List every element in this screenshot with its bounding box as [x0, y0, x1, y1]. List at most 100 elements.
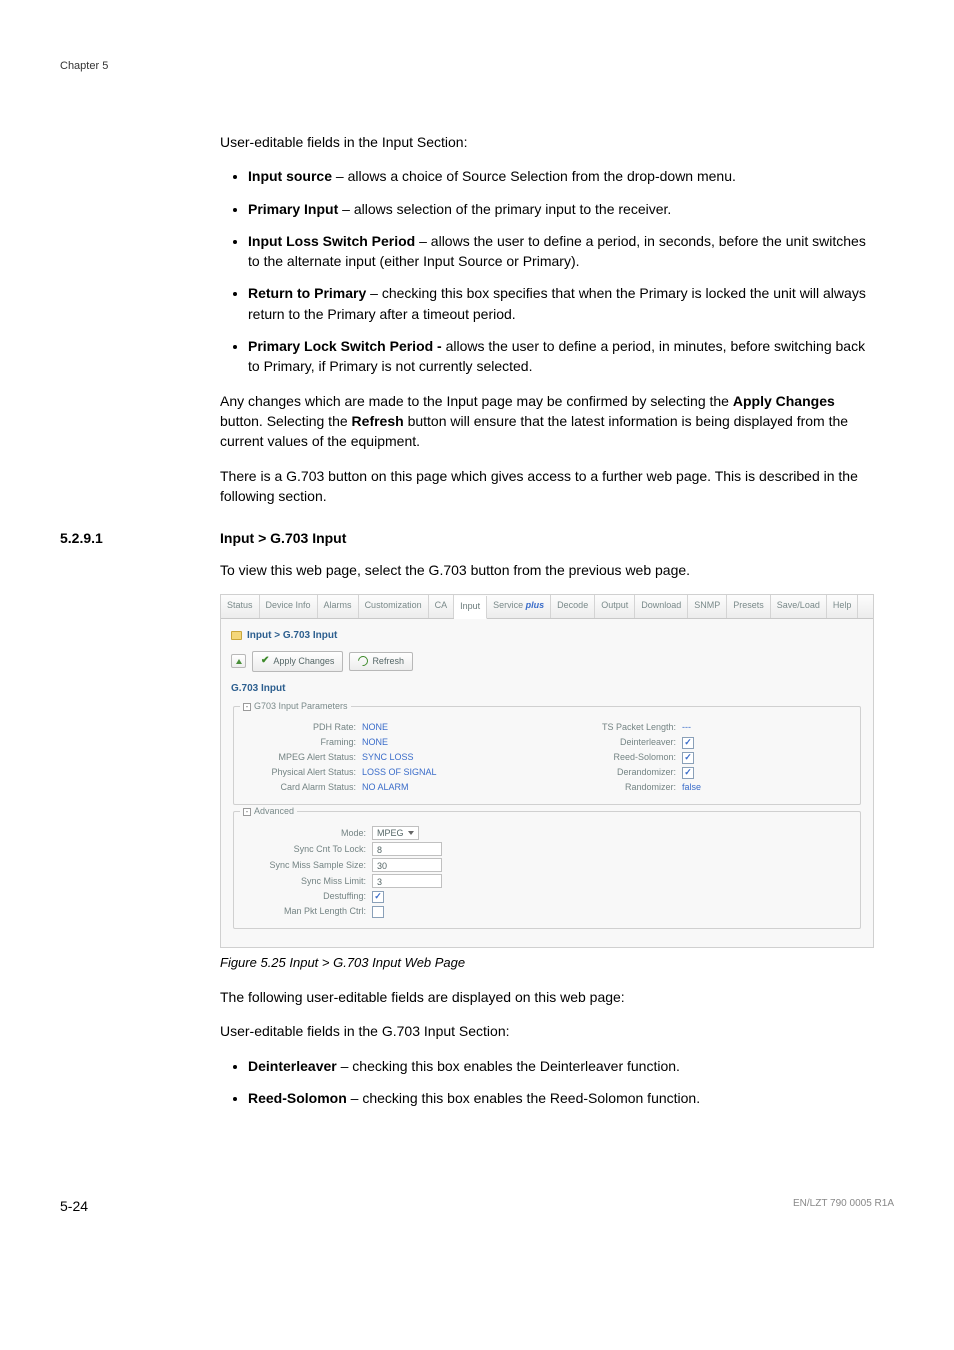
v: false: [682, 781, 701, 794]
b: Apply Changes: [733, 393, 835, 409]
section-intro: To view this web page, select the G.703 …: [220, 560, 874, 580]
tab-input[interactable]: Input: [454, 596, 487, 618]
chevron-down-icon: [408, 831, 414, 835]
doc-id: EN/LZT 790 0005 R1A: [793, 1198, 894, 1214]
tab-download[interactable]: Download: [635, 595, 688, 617]
k: Sync Miss Limit:: [242, 875, 372, 888]
k: Man Pkt Length Ctrl:: [242, 905, 372, 918]
v: NONE: [362, 736, 388, 749]
content-block: User-editable fields in the Input Sectio…: [220, 132, 874, 506]
sync-miss-limit-input[interactable]: 3: [372, 874, 442, 888]
t: – checking this box enables the Reed-Sol…: [347, 1090, 700, 1106]
section-number: 5.2.9.1: [60, 530, 220, 546]
derandomizer-checkbox[interactable]: ✓: [682, 767, 694, 779]
web-page-screenshot: Status Device Info Alarms Customization …: [220, 594, 874, 948]
page-footer: 5-24 EN/LZT 790 0005 R1A: [60, 1198, 894, 1214]
t: button. Selecting the: [220, 413, 352, 429]
label: Refresh: [372, 655, 404, 668]
tab-customization[interactable]: Customization: [359, 595, 429, 617]
v: MPEG: [377, 827, 404, 840]
g703-params-fieldset: -G703 Input Parameters PDH Rate:NONE Fra…: [233, 706, 861, 805]
v: LOSS OF SIGNAL: [362, 766, 437, 779]
k: TS Packet Length:: [562, 721, 682, 734]
k: Destuffing:: [242, 890, 372, 903]
b: Deinterleaver: [248, 1058, 337, 1074]
breadcrumb: Input > G.703 Input: [247, 629, 337, 644]
k: MPEG Alert Status:: [242, 751, 362, 764]
tabbar: Status Device Info Alarms Customization …: [221, 595, 873, 618]
legend-text: G703 Input Parameters: [254, 700, 348, 713]
t: – allows a choice of Source Selection fr…: [332, 168, 736, 184]
legend: -G703 Input Parameters: [240, 700, 351, 713]
k: Deinterleaver:: [562, 736, 682, 749]
collapse-icon[interactable]: -: [243, 808, 251, 816]
k: Card Alarm Status:: [242, 781, 362, 794]
chapter-header: Chapter 5: [60, 60, 894, 72]
tab-ca[interactable]: CA: [429, 595, 455, 617]
b: Return to Primary: [248, 285, 366, 301]
v: ---: [682, 721, 691, 734]
b: Input source: [248, 168, 332, 184]
label: Apply Changes: [273, 655, 334, 668]
v: SYNC LOSS: [362, 751, 414, 764]
refresh-icon: [356, 654, 370, 668]
k: Derandomizer:: [562, 766, 682, 779]
k: PDH Rate:: [242, 721, 362, 734]
t: Any changes which are made to the Input …: [220, 393, 733, 409]
tab-snmp[interactable]: SNMP: [688, 595, 727, 617]
check-icon: ✔: [261, 654, 269, 669]
intro: User-editable fields in the Input Sectio…: [220, 132, 874, 152]
legend-text: Advanced: [254, 805, 294, 818]
tab-service-plus[interactable]: Service plus: [487, 595, 551, 617]
after-text-2: User-editable fields in the G.703 Input …: [220, 1021, 874, 1041]
b: Reed-Solomon: [248, 1090, 347, 1106]
k: Sync Miss Sample Size:: [242, 859, 372, 872]
b: Primary Input: [248, 201, 338, 217]
k: Mode:: [242, 827, 372, 840]
tab-decode[interactable]: Decode: [551, 595, 595, 617]
section-title: Input > G.703 Input: [220, 530, 346, 546]
tab-help[interactable]: Help: [827, 595, 859, 617]
after-text-1: The following user-editable fields are d…: [220, 987, 874, 1007]
v: NONE: [362, 721, 388, 734]
advanced-fieldset: -Advanced Mode:MPEG Sync Cnt To Lock:8 S…: [233, 811, 861, 929]
t: – allows selection of the primary input …: [338, 201, 671, 217]
legend: -Advanced: [240, 805, 297, 818]
mode-select[interactable]: MPEG: [372, 826, 419, 840]
feature-list: Input source – allows a choice of Source…: [220, 166, 874, 376]
panel-title: G.703 Input: [231, 680, 863, 701]
destuffing-checkbox[interactable]: ✓: [372, 891, 384, 903]
page-number: 5-24: [60, 1198, 88, 1214]
tab-device-info[interactable]: Device Info: [260, 595, 318, 617]
tab-save-load[interactable]: Save/Load: [771, 595, 827, 617]
t: – checking this box enables the Deinterl…: [337, 1058, 680, 1074]
after-list: Deinterleaver – checking this box enable…: [220, 1056, 874, 1109]
b: Primary Lock Switch Period -: [248, 338, 442, 354]
para1: Any changes which are made to the Input …: [220, 391, 874, 452]
section-heading: 5.2.9.1 Input > G.703 Input: [60, 530, 894, 546]
tab-status[interactable]: Status: [221, 595, 260, 617]
b: Input Loss Switch Period: [248, 233, 415, 249]
reed-solomon-checkbox[interactable]: ✓: [682, 752, 694, 764]
tab-alarms[interactable]: Alarms: [318, 595, 359, 617]
deinterleaver-checkbox[interactable]: ✓: [682, 737, 694, 749]
apply-changes-button[interactable]: ✔ Apply Changes: [252, 651, 343, 672]
k: Physical Alert Status:: [242, 766, 362, 779]
v: NO ALARM: [362, 781, 409, 794]
folder-icon: [231, 631, 242, 640]
collapse-icon[interactable]: -: [243, 703, 251, 711]
para2: There is a G.703 button on this page whi…: [220, 466, 874, 507]
k: Framing:: [242, 736, 362, 749]
k: Sync Cnt To Lock:: [242, 843, 372, 856]
refresh-button[interactable]: Refresh: [349, 652, 413, 671]
b: Refresh: [352, 413, 404, 429]
up-arrow-icon: [236, 659, 242, 664]
sync-cnt-input[interactable]: 8: [372, 842, 442, 856]
tab-presets[interactable]: Presets: [727, 595, 771, 617]
tab-output[interactable]: Output: [595, 595, 635, 617]
man-pkt-length-checkbox[interactable]: [372, 906, 384, 918]
figure-caption: Figure 5.25 Input > G.703 Input Web Page: [220, 954, 874, 973]
k: Reed-Solomon:: [562, 751, 682, 764]
sync-miss-sample-input[interactable]: 30: [372, 858, 442, 872]
up-button[interactable]: [231, 654, 246, 668]
